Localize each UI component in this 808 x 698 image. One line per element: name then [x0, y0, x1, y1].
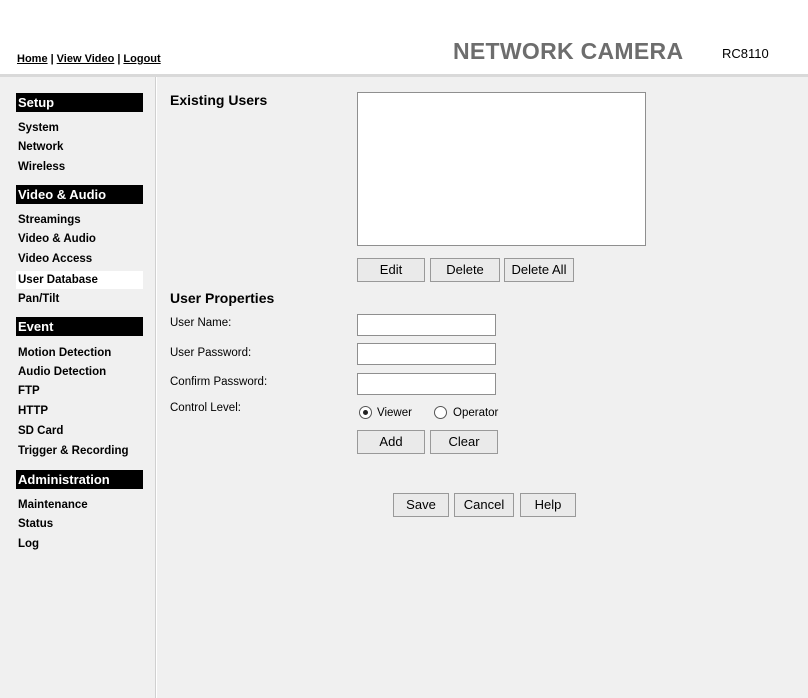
sidebar-item-audio-detection[interactable]: Audio Detection — [16, 363, 143, 381]
help-button[interactable]: Help — [520, 493, 576, 517]
sidebar-item-http[interactable]: HTTP — [16, 402, 143, 420]
confirm-password-label: Confirm Password: — [170, 376, 268, 388]
sidebar-item-video-audio[interactable]: Video & Audio — [16, 230, 143, 248]
home-link[interactable]: Home — [17, 53, 48, 65]
operator-radio[interactable] — [434, 406, 447, 419]
user-name-input[interactable] — [357, 314, 496, 336]
sidebar-section-setup: Setup — [16, 93, 143, 112]
viewer-radio[interactable] — [359, 406, 372, 419]
sidebar-item-streamings[interactable]: Streamings — [16, 211, 143, 229]
model-number: RC8110 — [722, 46, 769, 61]
sidebar-item-sd-card[interactable]: SD Card — [16, 422, 143, 440]
clear-button[interactable]: Clear — [430, 430, 498, 454]
sidebar-item-status[interactable]: Status — [16, 515, 143, 533]
brand-title: NETWORK CAMERA — [453, 38, 684, 64]
control-level-label: Control Level: — [170, 402, 241, 414]
cancel-button[interactable]: Cancel — [454, 493, 514, 517]
existing-users-list[interactable] — [357, 92, 646, 246]
sidebar-item-system[interactable]: System — [16, 119, 143, 137]
delete-button[interactable]: Delete — [430, 258, 500, 282]
save-button[interactable]: Save — [393, 493, 449, 517]
sidebar-section-event: Event — [16, 317, 143, 336]
delete-all-button[interactable]: Delete All — [504, 258, 574, 282]
sidebar: Setup System Network Wireless Video & Au… — [0, 77, 156, 698]
top-navigation: Home | View Video | Logout — [17, 53, 161, 65]
main-content: Existing Users Edit Delete Delete All Us… — [157, 77, 808, 698]
sidebar-item-ftp[interactable]: FTP — [16, 382, 143, 400]
sidebar-item-video-access[interactable]: Video Access — [16, 250, 143, 268]
sidebar-item-motion-detection[interactable]: Motion Detection — [16, 344, 143, 362]
sidebar-item-user-database[interactable]: User Database — [16, 271, 143, 289]
view-video-link[interactable]: View Video — [57, 53, 115, 65]
user-name-label: User Name: — [170, 317, 232, 329]
user-password-input[interactable] — [357, 343, 496, 365]
edit-button[interactable]: Edit — [357, 258, 425, 282]
sidebar-section-video-audio: Video & Audio — [16, 185, 143, 204]
sidebar-item-log[interactable]: Log — [16, 535, 143, 553]
viewer-radio-label: Viewer — [377, 407, 412, 419]
operator-radio-label: Operator — [453, 407, 499, 419]
sidebar-item-wireless[interactable]: Wireless — [16, 158, 143, 176]
confirm-password-input[interactable] — [357, 373, 496, 395]
page-header: Home | View Video | Logout NETWORK CAMERA RC… — [0, 0, 808, 74]
logout-link[interactable]: Logout — [123, 53, 160, 65]
sidebar-item-maintenance[interactable]: Maintenance — [16, 496, 143, 514]
user-password-label: User Password: — [170, 347, 252, 359]
sidebar-item-trigger-recording[interactable]: Trigger & Recording — [16, 442, 143, 460]
existing-users-title: Existing Users — [170, 92, 268, 108]
user-properties-title: User Properties — [170, 290, 275, 306]
add-button[interactable]: Add — [357, 430, 425, 454]
sidebar-item-network[interactable]: Network — [16, 138, 143, 156]
sidebar-section-administration: Administration — [16, 470, 143, 489]
sidebar-item-pan-tilt[interactable]: Pan/Tilt — [16, 290, 143, 308]
